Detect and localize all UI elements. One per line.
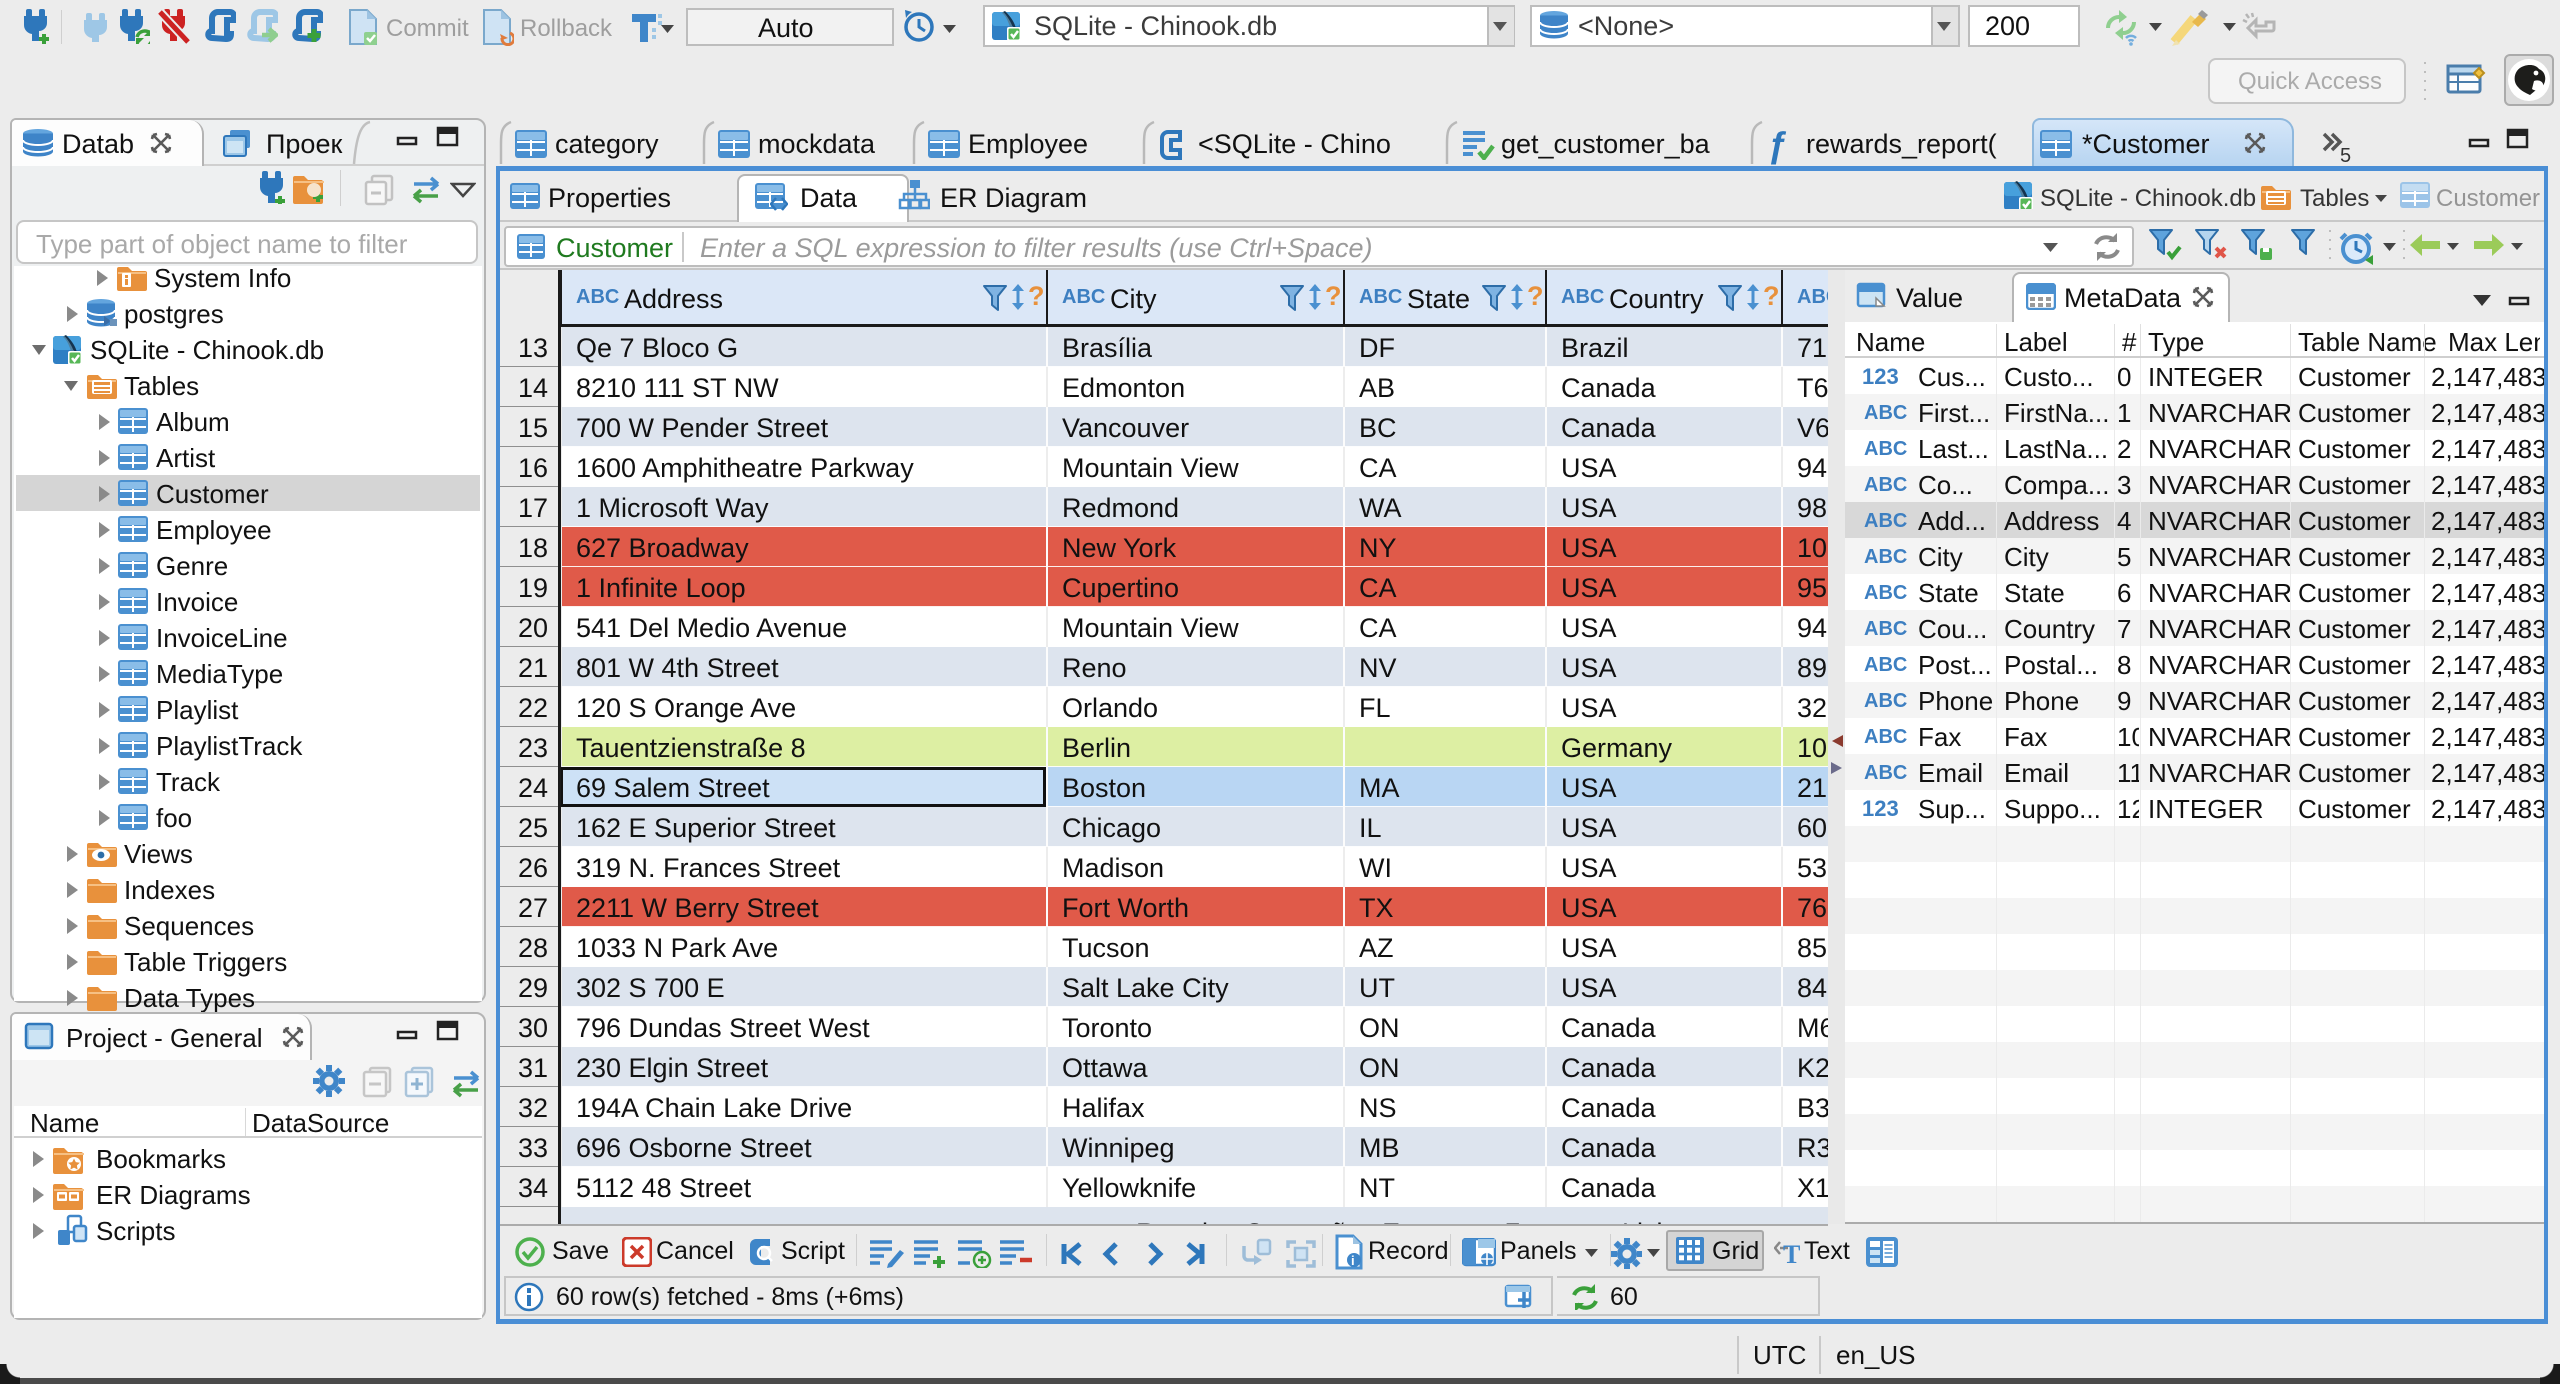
svg-text:i: i <box>1351 1253 1355 1268</box>
svg-text:T: T <box>1783 1240 1800 1267</box>
svg-text:5: 5 <box>2340 145 2351 164</box>
